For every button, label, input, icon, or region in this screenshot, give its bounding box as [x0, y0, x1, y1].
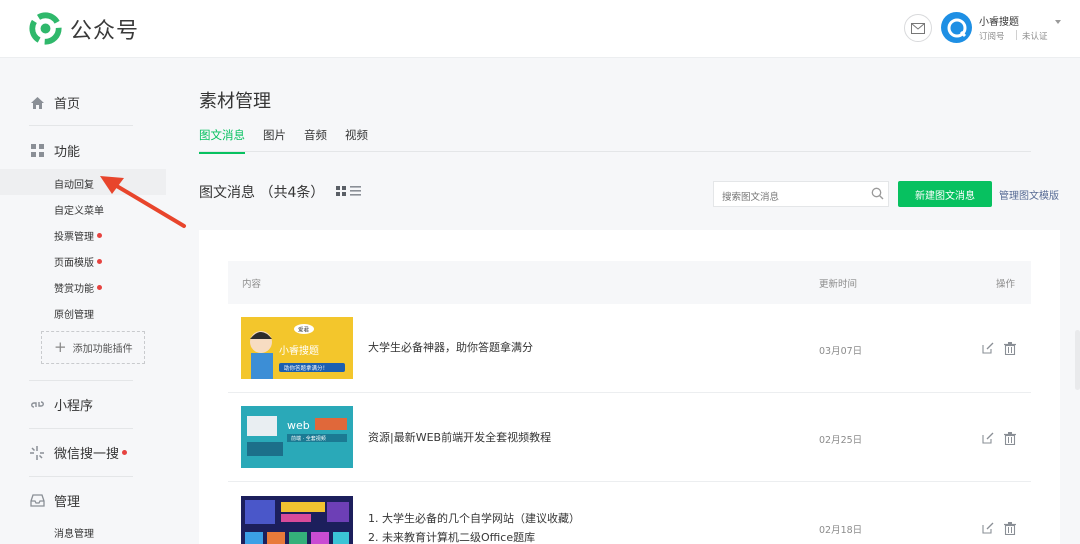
inbox-icon [29, 493, 45, 509]
sidebar-item-miniprogram[interactable]: 小程序 [29, 395, 93, 414]
sidebar-item-page-template[interactable]: 页面模版 [54, 254, 102, 269]
top-bar: 公众号 小睿搜题 订阅号 未认证 [0, 0, 1080, 58]
sidebar-item-manage[interactable]: 管理 [29, 491, 80, 510]
article-title[interactable]: 1. 大学生必备的几个自学网站（建议收藏） 2. 未来教育计算机二级Office… [368, 509, 580, 544]
edit-icon[interactable] [982, 432, 994, 444]
home-icon [29, 95, 45, 111]
grid-icon [29, 143, 45, 159]
plus-icon: + [54, 338, 67, 356]
scrollbar[interactable] [1075, 330, 1080, 390]
sidebar-item-label: 管理 [54, 495, 81, 510]
article-date: 03月07日 [819, 346, 863, 357]
thumbnail-title-text: 小睿搜题 [279, 344, 319, 357]
sidebar-item-label: 功能 [54, 145, 81, 160]
sidebar-item-label: 消息管理 [54, 529, 94, 540]
thumbnail-image [241, 496, 353, 544]
sidebar-item-reward[interactable]: 赞赏功能 [54, 280, 102, 295]
sidebar-item-label: 投票管理 [54, 232, 94, 243]
sidebar-item-label: 小程序 [54, 399, 94, 414]
sidebar-item-label: 微信搜一搜 [54, 447, 120, 462]
sidebar-item-label: 赞赏功能 [54, 284, 94, 295]
delete-icon[interactable] [1004, 432, 1016, 445]
account-separator [1016, 30, 1017, 40]
thumbnail-title-text: web [287, 419, 310, 432]
sidebar-item-auto-reply[interactable]: 自动回复 [54, 176, 94, 191]
tab-articles[interactable]: 图文消息 [199, 127, 245, 154]
account-logo-icon [947, 18, 966, 37]
column-header-content: 内容 [242, 279, 262, 290]
article-thumbnail[interactable]: web 前端 · 全套视频 [241, 406, 353, 468]
delete-icon[interactable] [1004, 342, 1016, 355]
red-arrow-annotation [100, 176, 186, 228]
sidebar-divider [29, 380, 133, 381]
sidebar-item-wechat-search[interactable]: 微信搜一搜 [29, 443, 128, 462]
article-title[interactable]: 资源|最新WEB前端开发全套视频教程 [368, 428, 551, 447]
sidebar-item-function[interactable]: 功能 [29, 141, 80, 160]
add-plugin-button[interactable]: + 添加功能插件 [41, 331, 145, 364]
sidebar-divider [29, 428, 133, 429]
account-type: 订阅号 [979, 32, 1005, 42]
mail-button[interactable] [904, 14, 932, 42]
new-badge-dot [97, 259, 102, 264]
column-header-actions: 操作 [996, 279, 1016, 290]
account-avatar[interactable] [941, 12, 972, 43]
thumbnail-image: 小睿搜题 助你答题拿满分！ 爱君 [241, 317, 353, 379]
tabs-divider [199, 151, 1031, 152]
page-title: 素材管理 [199, 91, 271, 112]
sidebar-item-label: 页面模版 [54, 258, 94, 269]
article-title-line: 1. 大学生必备的几个自学网站（建议收藏） [368, 512, 580, 525]
sidebar-item-label: 原创管理 [54, 310, 94, 321]
article-date: 02月18日 [819, 525, 863, 536]
sparkle-icon [29, 445, 45, 461]
thumbnail-subtitle-text: 助你答题拿满分！ [284, 364, 328, 372]
sidebar-item-message-manage[interactable]: 消息管理 [54, 525, 94, 540]
article-date: 02月25日 [819, 435, 863, 446]
sidebar-divider [29, 476, 133, 477]
wechat-mp-logo-icon [29, 12, 62, 45]
delete-icon[interactable] [1004, 522, 1016, 535]
thumbnail-image: web 前端 · 全套视频 [241, 406, 353, 468]
sidebar-item-label: 首页 [54, 97, 81, 112]
manage-template-link[interactable]: 管理图文模版 [999, 187, 1059, 202]
sidebar-divider [29, 125, 133, 126]
table-header [228, 261, 1031, 304]
account-name[interactable]: 小睿搜题 [979, 13, 1019, 28]
article-thumbnail[interactable] [241, 496, 353, 544]
sidebar-item-home[interactable]: 首页 [29, 93, 80, 112]
add-plugin-label: 添加功能插件 [72, 344, 133, 355]
tab-audio[interactable]: 音频 [304, 127, 327, 154]
edit-icon[interactable] [982, 522, 994, 534]
account-dropdown-caret-icon[interactable] [1055, 20, 1061, 24]
new-badge-dot [122, 450, 128, 455]
article-thumbnail[interactable]: 小睿搜题 助你答题拿满分！ 爱君 [241, 317, 353, 379]
section-title: 图文消息 （共4条） [199, 185, 325, 201]
logo[interactable]: 公众号 [29, 12, 139, 45]
list-view-icon[interactable] [350, 186, 361, 196]
account-verify-status: 未认证 [1022, 32, 1048, 42]
edit-icon[interactable] [982, 342, 994, 354]
tab-images[interactable]: 图片 [263, 127, 286, 154]
thumbnail-badge-text: 爱君 [298, 326, 310, 334]
material-tabs: 图文消息 图片 音频 视频 [199, 127, 386, 154]
article-title-line: 2. 未来教育计算机二级Office题库 [368, 531, 536, 544]
search-icon[interactable] [871, 187, 884, 200]
article-title-line: 大学生必备神器，助你答题拿满分 [368, 341, 533, 354]
grid-view-icon[interactable] [336, 186, 346, 196]
mail-icon [911, 22, 925, 34]
column-header-updated: 更新时间 [819, 279, 858, 290]
article-title[interactable]: 大学生必备神器，助你答题拿满分 [368, 338, 533, 357]
sidebar-item-label: 自动回复 [54, 180, 94, 191]
sidebar-item-original[interactable]: 原创管理 [54, 306, 94, 321]
sidebar-item-vote[interactable]: 投票管理 [54, 228, 102, 243]
article-title-line: 资源|最新WEB前端开发全套视频教程 [368, 431, 552, 444]
thumbnail-subtitle-text: 前端 · 全套视频 [291, 435, 326, 442]
miniprogram-icon [29, 397, 45, 413]
brand-name: 公众号 [70, 18, 140, 44]
search-input[interactable] [713, 181, 889, 207]
tab-video[interactable]: 视频 [345, 127, 368, 154]
new-badge-dot [97, 285, 102, 290]
new-article-button[interactable]: 新建图文消息 [898, 181, 992, 207]
